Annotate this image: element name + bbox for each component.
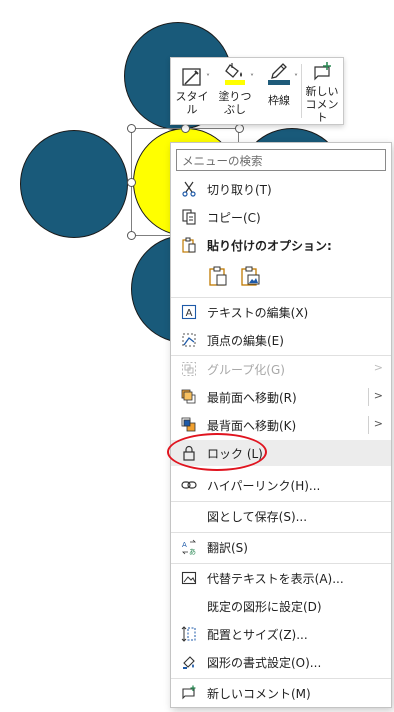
menu-item-save-as-picture[interactable]: 図として保存(S)... — [171, 503, 391, 529]
pen-icon — [271, 62, 287, 79]
new-comment-icon — [314, 62, 331, 81]
menu-item-label: 切り取り(T) — [207, 182, 272, 197]
menu-item-size-and-position[interactable]: 配置とサイズ(Z)... — [171, 621, 391, 647]
fill-label-1: 塗りつ — [218, 90, 252, 103]
menu-item-label: コピー(C) — [207, 210, 261, 225]
chevron-down-icon: ˅ — [206, 73, 210, 82]
fill-color-swatch — [225, 79, 245, 85]
menu-item-label: 翻訳(S) — [207, 540, 248, 555]
mini-toolbar: ˅ スタイ ル ˅ 塗りつ ぶし ˅ 枠線 新しい コメント — [170, 57, 344, 125]
comment-label-2: コメント — [305, 98, 339, 124]
chevron-right-icon[interactable]: > — [374, 417, 383, 430]
menu-separator — [171, 563, 391, 564]
menu-item-label: ハイパーリンク(H)... — [207, 478, 321, 493]
chevron-right-icon[interactable]: > — [374, 389, 383, 402]
send-to-back-icon — [181, 417, 196, 432]
style-label-1: スタイ — [175, 90, 209, 103]
menu-item-translate[interactable]: A あ 翻訳(S) — [171, 534, 391, 560]
menu-item-label: グループ化(G) — [207, 362, 285, 377]
menu-item-edit-text[interactable]: A テキストの編集(X) — [171, 299, 391, 325]
shape-style-icon — [182, 68, 201, 86]
chevron-down-icon: ˅ — [250, 73, 254, 82]
menu-item-label: 新しいコメント(M) — [207, 686, 311, 701]
menu-item-label: 代替テキストを表示(A)... — [207, 571, 344, 586]
edit-points-icon — [182, 333, 196, 347]
resize-handle-left[interactable] — [127, 178, 136, 187]
menu-separator — [171, 297, 391, 298]
menu-item-paste-options-header: 貼り付けのオプション: — [171, 232, 391, 258]
menu-item-label: 最背面へ移動(K) — [207, 418, 297, 433]
clipboard-icon — [182, 237, 196, 253]
menu-item-alt-text[interactable]: 代替テキストを表示(A)... — [171, 565, 391, 591]
menu-item-label: 図形の書式設定(O)... — [207, 655, 322, 670]
resize-handle-bottom-left[interactable] — [127, 231, 136, 240]
style-label-2: ル — [186, 103, 198, 116]
menu-item-group[interactable]: グループ化(G) > — [171, 356, 391, 382]
outline-label: 枠線 — [268, 94, 290, 107]
menu-item-new-comment[interactable]: 新しいコメント(M) — [171, 680, 391, 706]
svg-text:あ: あ — [189, 548, 196, 555]
fill-label-2: ぶし — [224, 103, 246, 116]
context-menu: メニューの検索 切り取り(T) コピー(C) 貼り付けのオプション: A テキス… — [167, 142, 392, 708]
shape-circle-left[interactable] — [20, 130, 128, 238]
style-button[interactable]: ˅ スタイ ル — [171, 58, 213, 124]
fill-button[interactable]: ˅ 塗りつ ぶし — [213, 58, 257, 124]
paste-options-label: 貼り付けのオプション: — [207, 238, 332, 253]
red-highlight-ellipse — [167, 433, 267, 471]
menu-item-label: 既定の図形に設定(D) — [207, 599, 322, 614]
chevron-right-icon: > — [373, 361, 383, 374]
resize-handle-top[interactable] — [181, 124, 190, 133]
menu-item-set-default-shape[interactable]: 既定の図形に設定(D) — [171, 593, 391, 619]
chevron-down-icon: ˅ — [294, 73, 298, 82]
paint-bucket-icon — [225, 62, 242, 78]
menu-item-hyperlink[interactable]: ハイパーリンク(H)... — [171, 472, 391, 498]
menu-item-label: 配置とサイズ(Z)... — [207, 627, 308, 642]
paste-options-group — [207, 265, 261, 287]
new-comment-button[interactable]: 新しい コメント — [302, 58, 342, 124]
menu-item-label: 最前面へ移動(R) — [207, 390, 297, 405]
menu-separator — [171, 501, 391, 502]
size-position-icon — [181, 626, 196, 642]
menu-item-divider — [368, 416, 369, 434]
menu-item-label: 図として保存(S)... — [207, 509, 308, 524]
scissors-icon — [182, 181, 196, 197]
svg-text:A: A — [186, 308, 193, 319]
group-icon — [182, 362, 196, 376]
link-icon — [181, 481, 197, 489]
paste-as-picture-icon[interactable] — [239, 265, 261, 287]
copy-icon — [182, 209, 196, 225]
alt-text-icon — [181, 571, 197, 585]
menu-item-divider — [368, 388, 369, 406]
translate-icon: A あ — [182, 539, 196, 555]
menu-separator — [171, 678, 391, 679]
menu-item-cut[interactable]: 切り取り(T) — [171, 176, 391, 202]
paste-keep-formatting-icon[interactable] — [207, 265, 229, 287]
menu-separator — [171, 532, 391, 533]
edit-text-icon: A — [181, 304, 197, 320]
bring-to-front-icon — [181, 389, 196, 404]
resize-handle-top-right[interactable] — [235, 124, 244, 133]
menu-item-edit-points[interactable]: 頂点の編集(E) — [171, 327, 391, 353]
menu-item-bring-to-front[interactable]: 最前面へ移動(R) > — [171, 384, 391, 410]
resize-handle-top-left[interactable] — [127, 124, 136, 133]
outline-color-swatch — [268, 79, 290, 85]
svg-text:A: A — [182, 541, 187, 549]
new-comment-icon — [182, 685, 196, 700]
menu-item-format-shape[interactable]: 図形の書式設定(O)... — [171, 649, 391, 675]
comment-label-1: 新しい — [305, 85, 339, 98]
outline-button[interactable]: ˅ 枠線 — [257, 58, 301, 124]
menu-item-label: 頂点の編集(E) — [207, 333, 284, 348]
menu-item-copy[interactable]: コピー(C) — [171, 204, 391, 230]
menu-item-label: テキストの編集(X) — [207, 305, 309, 320]
menu-search-input[interactable]: メニューの検索 — [176, 149, 386, 171]
format-shape-icon — [183, 656, 195, 669]
